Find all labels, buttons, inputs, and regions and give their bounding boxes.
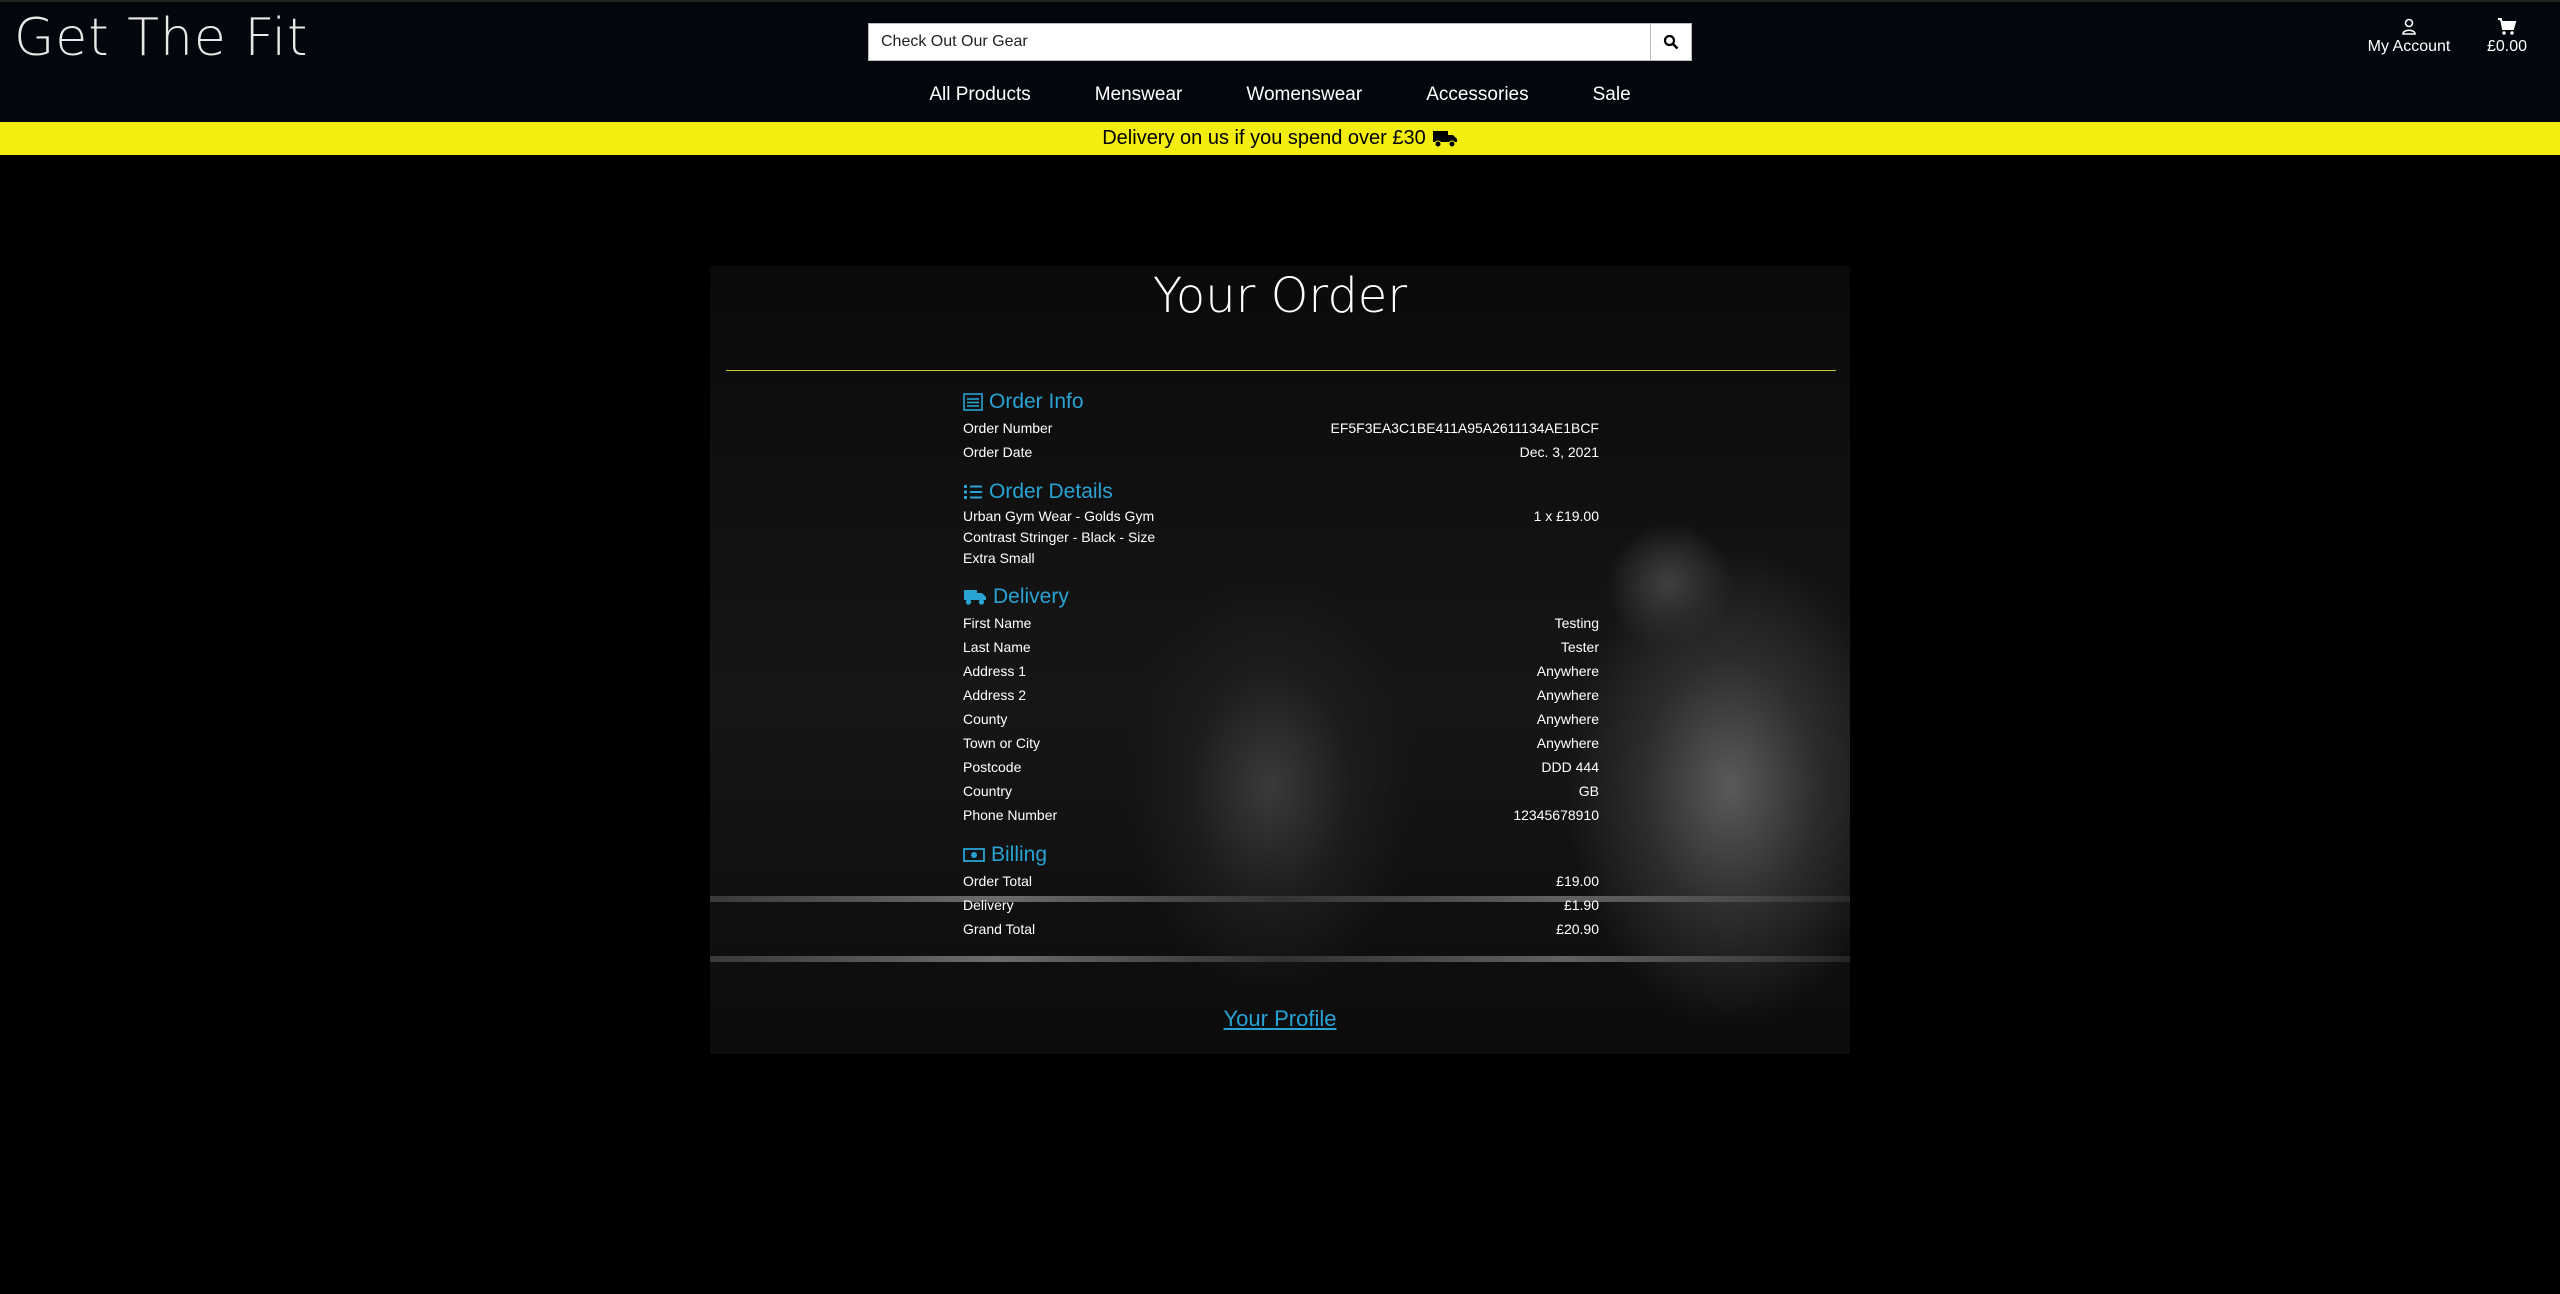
nav-all-products[interactable]: All Products [929, 84, 1030, 106]
delivery-banner-text: Delivery on us if you spend over £30 [1102, 127, 1426, 149]
shopping-bag-link[interactable]: £0.00 [2480, 18, 2534, 56]
order-panel: Your Order Order Info Order Number EF5F3… [710, 266, 1850, 1054]
delivery-label: County [963, 711, 1008, 727]
search-bar [868, 23, 1692, 61]
delivery-row: First Name Testing [963, 611, 1599, 635]
line-item-name: Urban Gym Wear - Golds Gym Contrast Stri… [963, 508, 1156, 566]
nav-womenswear[interactable]: Womenswear [1246, 84, 1362, 106]
delivery-rows: First Name Testing Last Name Tester Address … [963, 611, 1599, 827]
delivery-label: Address 2 [963, 687, 1027, 703]
billing-section: Billing Order Total £19.00 Delivery £1.90 Gr… [963, 841, 1599, 941]
delivery-heading: Delivery [993, 585, 1069, 608]
delivery-value: Tester [1560, 639, 1599, 655]
delivery-section: Delivery First Name Testing Last Name Teste… [963, 583, 1599, 827]
site-header: Get The Fit My Account £0.00 All Product… [0, 0, 2560, 122]
list-ol-icon [964, 485, 982, 499]
nav-menswear[interactable]: Menswear [1095, 84, 1183, 106]
delivery-value: GB [1578, 783, 1599, 799]
delivery-row: Country GB [963, 779, 1599, 803]
nav-accessories[interactable]: Accessories [1426, 84, 1528, 106]
order-date-label: Order Date [963, 444, 1033, 460]
delivery-row: Postcode DDD 444 [963, 755, 1599, 779]
billing-value: £19.00 [1556, 873, 1599, 889]
search-icon [1663, 34, 1679, 50]
delivery-value: Anywhere [1536, 711, 1599, 727]
order-details-heading: Order Details [989, 480, 1113, 503]
delivery-label: Town or City [963, 735, 1041, 751]
delivery-label: Country [963, 783, 1013, 799]
search-input[interactable] [869, 24, 1650, 60]
billing-label: Order Total [963, 873, 1032, 889]
order-info-section: Order Info Order Number EF5F3EA3C1BE411A… [963, 388, 1599, 464]
delivery-row: County Anywhere [963, 707, 1599, 731]
title-divider [726, 370, 1836, 371]
main-nav: All Products Menswear Womenswear Accesso… [0, 84, 2560, 106]
user-icon [2402, 18, 2416, 35]
delivery-value: Testing [1554, 615, 1599, 631]
truck-icon [1432, 130, 1457, 147]
delivery-value: Anywhere [1536, 735, 1599, 751]
billing-row: Order Total £19.00 [963, 869, 1599, 893]
billing-row: Grand Total £20.90 [963, 917, 1599, 941]
delivery-row: Address 2 Anywhere [963, 683, 1599, 707]
order-details-section: Order Details Urban Gym Wear - Golds Gym… [963, 478, 1599, 569]
page-title: Your Order [1152, 268, 1408, 324]
bag-total: £0.00 [2486, 38, 2528, 55]
cart-icon [2498, 18, 2517, 35]
order-content: Order Info Order Number EF5F3EA3C1BE411A… [963, 388, 1599, 955]
billing-value: £20.90 [1556, 921, 1599, 937]
my-account-label: My Account [2367, 38, 2451, 55]
billing-label: Delivery [963, 897, 1014, 913]
order-info-heading: Order Info [989, 390, 1084, 413]
list-alt-icon [963, 393, 983, 411]
order-number-label: Order Number [963, 420, 1053, 436]
background-rope [710, 956, 1850, 962]
your-profile-link[interactable]: Your Profile [1224, 1006, 1337, 1031]
delivery-value: Anywhere [1536, 687, 1599, 703]
line-item-qty-price: 1 x £19.00 [1533, 508, 1599, 524]
order-date-row: Order Date Dec. 3, 2021 [963, 440, 1599, 464]
delivery-row: Town or City Anywhere [963, 731, 1599, 755]
billing-label: Grand Total [963, 921, 1036, 937]
order-number-value: EF5F3EA3C1BE411A95A2611134AE1BCF [1330, 420, 1599, 436]
billing-value: £1.90 [1563, 897, 1599, 913]
order-number-row: Order Number EF5F3EA3C1BE411A95A2611134A… [963, 416, 1599, 440]
truck-icon [964, 590, 986, 605]
delivery-value: DDD 444 [1541, 759, 1599, 775]
delivery-row: Last Name Tester [963, 635, 1599, 659]
delivery-banner: Delivery on us if you spend over £30 [0, 122, 2560, 155]
delivery-label: Last Name [963, 639, 1031, 655]
delivery-label: Postcode [963, 759, 1022, 775]
my-account-link[interactable]: My Account [2364, 18, 2454, 56]
nav-sale[interactable]: Sale [1593, 84, 1631, 106]
order-date-value: Dec. 3, 2021 [1519, 444, 1599, 460]
search-button[interactable] [1650, 24, 1691, 60]
order-line-item: Urban Gym Wear - Golds Gym Contrast Stri… [963, 506, 1599, 569]
delivery-value: Anywhere [1536, 663, 1599, 679]
delivery-label: Address 1 [963, 663, 1027, 679]
delivery-row: Address 1 Anywhere [963, 659, 1599, 683]
profile-link-wrap: Your Profile [710, 1006, 1850, 1032]
delivery-label: Phone Number [963, 807, 1058, 823]
billing-heading: Billing [991, 843, 1048, 866]
site-logo[interactable]: Get The Fit [14, 8, 308, 68]
billing-rows: Order Total £19.00 Delivery £1.90 Grand Tota… [963, 869, 1599, 941]
delivery-value: 12345678910 [1513, 807, 1599, 823]
delivery-row: Phone Number 12345678910 [963, 803, 1599, 827]
delivery-label: First Name [963, 615, 1032, 631]
billing-row: Delivery £1.90 [963, 893, 1599, 917]
money-bill-icon [963, 848, 985, 862]
